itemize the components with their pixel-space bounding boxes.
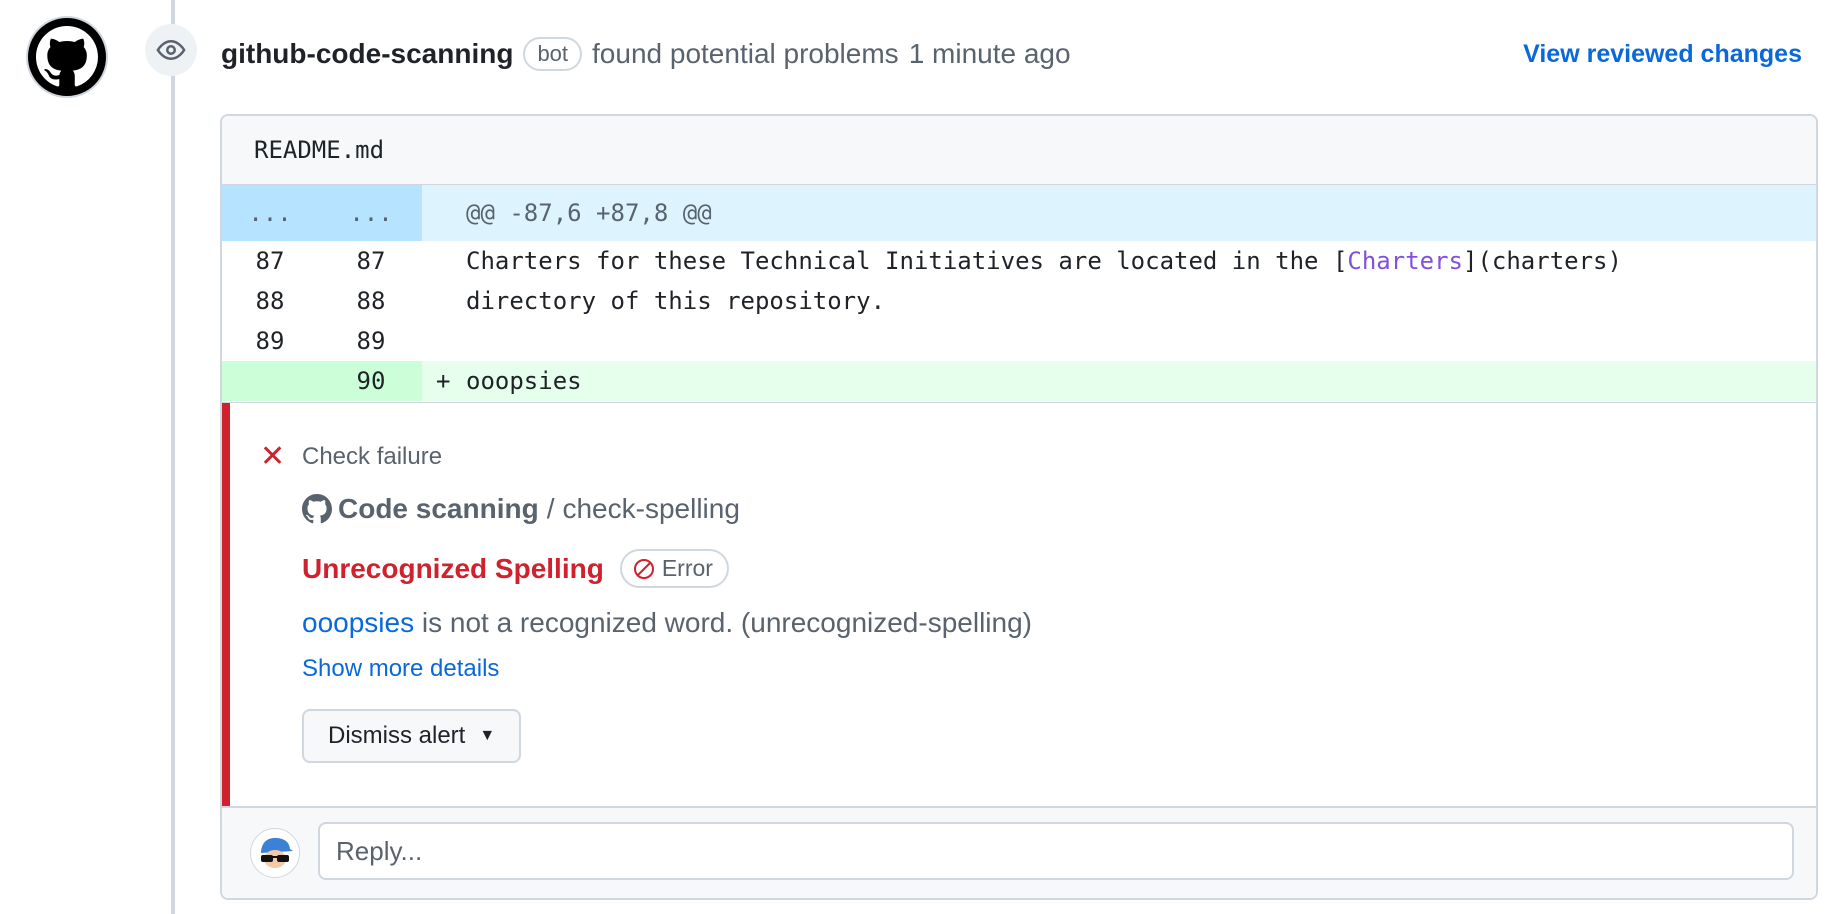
file-header: README.md [222,116,1816,185]
bot-avatar[interactable] [26,16,108,98]
dismiss-alert-button[interactable]: Dismiss alert ▼ [302,709,522,763]
user-avatar-icon [254,832,296,874]
view-reviewed-changes-link[interactable]: View reviewed changes [1523,40,1802,69]
expand-up-left[interactable]: ... [222,199,318,227]
alert-message-text: is not a recognized word. (unrecognized-… [414,607,1032,638]
review-header: github-code-scanning bot found potential… [221,32,1802,76]
rule-title[interactable]: Unrecognized Spelling [302,553,604,585]
timeline-line [171,0,175,914]
check-status: ✕ Check failure [260,439,442,474]
alert-message: ooopsies is not a recognized word. (unre… [302,607,1032,639]
expand-up-right[interactable]: ... [320,199,422,227]
review-action-text: found potential problems [592,38,899,69]
new-line-number[interactable]: 87 [320,247,422,275]
tool-row: Code scanning / check-spelling [302,493,740,525]
code-link-text: Charters [1347,247,1463,275]
alert-error-bar [222,403,230,806]
diff-line-added: 90 + ooopsies [222,361,1816,401]
reply-area [222,806,1816,898]
tool-name[interactable]: Code scanning [338,493,539,525]
new-line-number[interactable]: 90 [320,367,422,395]
check-status-label: Check failure [302,442,443,470]
stop-icon [633,558,654,579]
review-time[interactable]: 1 minute ago [909,38,1071,70]
new-line-number[interactable]: 88 [320,287,422,315]
added-marker: + [436,367,451,395]
diff-code: ooopsies [466,367,582,395]
user-avatar[interactable] [250,828,300,878]
diff-code: Charters for these Technical Initiatives… [466,247,1622,275]
tool-separator: / [546,493,555,524]
check-name[interactable]: check-spelling [562,493,739,525]
review-eye-badge [145,24,197,76]
eye-icon [156,39,186,61]
diff-line: 89 89 [222,321,1816,361]
severity-label: Error [661,555,713,581]
file-name[interactable]: README.md [254,136,384,164]
old-line-number[interactable]: 88 [222,287,318,315]
github-mark-icon [302,494,332,524]
code-text: Charters for these Technical Initiatives… [466,247,1348,275]
flagged-word-link[interactable]: ooopsies [302,607,414,638]
diff-code: directory of this repository. [466,287,886,315]
x-icon: ✕ [260,440,286,473]
dismiss-alert-label: Dismiss alert [328,722,466,749]
old-line-number[interactable]: 87 [222,247,318,275]
diff-line: 88 88 directory of this repository. [222,281,1816,321]
hunk-header-row: ... ... @@ -87,6 +87,8 @@ [222,185,1816,241]
rule-row: Unrecognized Spelling Error [302,549,729,588]
new-line-number[interactable]: 89 [320,327,422,355]
github-logo-icon [36,26,98,87]
severity-badge: Error [619,549,729,588]
code-text: ](charters) [1463,247,1622,275]
diff-line: 87 87 Charters for these Technical Initi… [222,241,1816,281]
bot-badge: bot [523,37,583,71]
hunk-header: @@ -87,6 +87,8 @@ [466,199,712,227]
review-comment-card: README.md ... ... @@ -87,6 +87,8 @@ 87 8… [220,114,1818,900]
code-scanning-alert: ✕ Check failure Code scanning / check-sp… [222,402,1816,806]
reply-input[interactable] [318,822,1794,880]
author-link[interactable]: github-code-scanning [221,38,513,70]
show-more-details-link[interactable]: Show more details [302,655,499,683]
triangle-down-icon: ▼ [479,727,496,744]
old-line-number[interactable]: 89 [222,327,318,355]
